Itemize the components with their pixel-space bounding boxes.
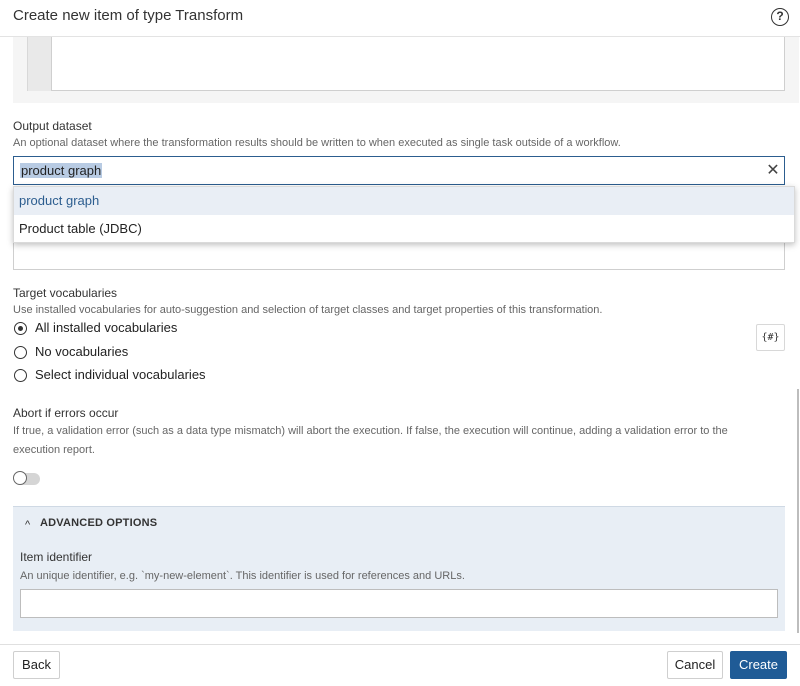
- item-identifier-help: An unique identifier, e.g. `my-new-eleme…: [20, 570, 465, 582]
- target-vocabularies-help: Use installed vocabularies for auto-sugg…: [13, 304, 603, 316]
- radio-unchecked-icon[interactable]: [14, 346, 27, 359]
- abort-errors-help-line1: If true, a validation error (such as a d…: [13, 425, 728, 437]
- abort-errors-label: Abort if errors occur: [13, 406, 119, 420]
- chevron-up-icon[interactable]: ^: [25, 519, 30, 531]
- output-dataset-select[interactable]: product graph ✕: [13, 156, 785, 185]
- hidden-field-input[interactable]: [13, 241, 785, 270]
- dropdown-option-product-table[interactable]: Product table (JDBC): [14, 215, 794, 243]
- radio-label: Select individual vocabularies: [35, 367, 206, 382]
- radio-checked-icon[interactable]: [14, 322, 27, 335]
- back-button[interactable]: Back: [13, 651, 60, 679]
- radio-label: All installed vocabularies: [35, 320, 178, 335]
- dialog-header: Create new item of type Transform ?: [0, 0, 800, 36]
- footer-divider: [0, 644, 800, 645]
- clear-icon[interactable]: ✕: [764, 160, 782, 180]
- advanced-options-toggle[interactable]: ADVANCED OPTIONS: [40, 517, 157, 529]
- scrollbar[interactable]: [797, 389, 799, 633]
- template-button[interactable]: {#}: [756, 324, 785, 351]
- cancel-button[interactable]: Cancel: [667, 651, 723, 679]
- radio-label: No vocabularies: [35, 344, 129, 359]
- item-identifier-label: Item identifier: [20, 550, 93, 564]
- abort-errors-toggle[interactable]: [13, 471, 40, 485]
- dropdown-option-product-graph[interactable]: product graph: [14, 187, 794, 215]
- output-dataset-help: An optional dataset where the transforma…: [13, 137, 621, 149]
- abort-errors-help-line2: execution report.: [13, 444, 95, 456]
- code-editor[interactable]: [51, 37, 785, 91]
- advanced-options-section: ^ ADVANCED OPTIONS Item identifier An un…: [13, 506, 785, 631]
- dialog-title: Create new item of type Transform: [13, 7, 244, 24]
- target-vocabularies-label: Target vocabularies: [13, 286, 118, 300]
- help-icon[interactable]: ?: [771, 8, 789, 26]
- create-button[interactable]: Create: [730, 651, 787, 679]
- output-dataset-value[interactable]: product graph: [20, 163, 103, 178]
- item-identifier-input[interactable]: [20, 589, 778, 618]
- output-dataset-dropdown: product graph Product table (JDBC): [13, 186, 795, 243]
- output-dataset-label: Output dataset: [13, 119, 92, 133]
- previous-field-panel: [13, 37, 799, 103]
- radio-unchecked-icon[interactable]: [14, 369, 27, 382]
- editor-gutter: [27, 37, 51, 91]
- toggle-knob[interactable]: [13, 471, 27, 485]
